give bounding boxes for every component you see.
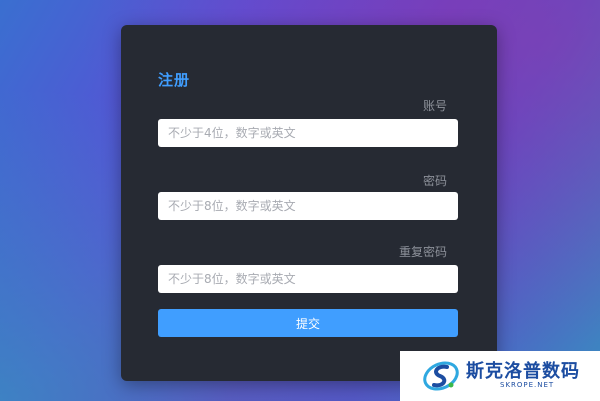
password-label: 密码	[422, 174, 447, 188]
confirm-password-label: 重复密码	[398, 245, 447, 259]
submit-button[interactable]: 提交	[158, 309, 458, 337]
watermark: 斯克洛普数码 SKROPE.NET	[400, 351, 600, 401]
confirm-password-input[interactable]	[158, 265, 458, 293]
register-card: 注册 账号 密码 重复密码 提交	[121, 25, 497, 381]
form-title: 注册	[158, 71, 191, 89]
account-label: 账号	[422, 99, 447, 113]
account-input[interactable]	[158, 119, 458, 147]
brand-logo-icon	[423, 361, 459, 391]
password-input[interactable]	[158, 192, 458, 220]
watermark-domain: SKROPE.NET	[500, 381, 555, 389]
watermark-name: 斯克洛普数码	[466, 361, 580, 382]
